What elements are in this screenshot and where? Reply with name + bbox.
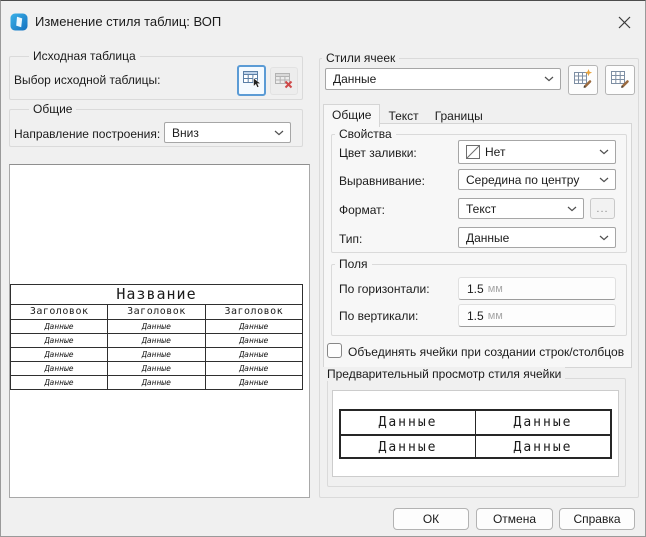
cell-style-select[interactable]: Данные [325, 68, 561, 90]
new-cell-style-button[interactable] [568, 65, 598, 95]
alignment-label: Выравнивание: [339, 174, 425, 188]
select-table-button[interactable] [237, 65, 266, 96]
fill-color-value: Нет [485, 145, 595, 159]
vertical-margin-unit: мм [488, 310, 503, 322]
format-value: Текст [466, 202, 563, 216]
horizontal-margin-unit: мм [488, 283, 503, 295]
alignment-select[interactable]: Середина по центру [458, 169, 616, 190]
tab-general[interactable]: Общие [323, 104, 380, 127]
preview-data-row: Данные Данные Данные [11, 320, 302, 334]
remove-table-button[interactable] [270, 67, 298, 95]
new-cell-style-icon [573, 68, 594, 92]
cell-style-tabs: Общие Текст Границы [323, 104, 491, 126]
table-select-icon [242, 69, 262, 92]
tab-borders[interactable]: Границы [427, 106, 491, 126]
tab-text[interactable]: Текст [380, 106, 426, 126]
type-value: Данные [466, 231, 595, 245]
table-style-preview: Название Заголовок Заголовок Заголовок Д… [10, 284, 303, 390]
cell-style-preview-table: Данные Данные Данные Данные [339, 409, 612, 459]
cell-preview-group-title: Предварительный просмотр стиля ячейки [323, 367, 565, 381]
close-icon[interactable] [611, 11, 637, 33]
preview-header-row: Заголовок Заголовок Заголовок [11, 305, 302, 320]
manage-cell-styles-button[interactable] [605, 65, 635, 95]
fill-none-swatch-icon [466, 145, 480, 159]
manage-cell-styles-icon [610, 68, 631, 92]
chevron-down-icon [567, 206, 577, 212]
preview-data-row: Данные Данные Данные [11, 348, 302, 362]
help-button[interactable]: Справка [559, 508, 635, 530]
type-label: Тип: [339, 232, 362, 246]
preview-data-row: Данные Данные Данные [11, 334, 302, 348]
chevron-down-icon [599, 149, 609, 155]
chevron-down-icon [274, 130, 284, 136]
fill-color-label: Цвет заливки: [339, 146, 417, 160]
direction-label: Направление построения: [14, 127, 160, 141]
cell-style-value: Данные [333, 72, 540, 86]
chevron-down-icon [599, 235, 609, 241]
horizontal-margin-input[interactable]: 1.5 мм [458, 277, 616, 300]
ok-button[interactable]: ОК [393, 508, 469, 530]
vertical-margin-label: По вертикали: [339, 309, 418, 323]
direction-value: Вниз [172, 126, 270, 140]
preview-data-row: Данные Данные Данные [11, 362, 302, 376]
app-icon [10, 13, 28, 34]
format-select[interactable]: Текст [458, 198, 584, 219]
direction-select[interactable]: Вниз [164, 122, 291, 143]
fill-color-select[interactable]: Нет [458, 140, 616, 164]
source-table-group-title: Исходная таблица [29, 49, 140, 63]
cell-styles-group-title: Стили ячеек [322, 51, 399, 65]
title-bar[interactable]: Изменение стиля таблиц: ВОП [1, 1, 645, 39]
select-source-table-label: Выбор исходной таблицы: [14, 73, 160, 87]
modify-table-style-dialog: Изменение стиля таблиц: ВОП Исходная таб… [0, 0, 646, 537]
format-label: Формат: [339, 203, 385, 217]
preview-data-row: Данные Данные Данные [11, 376, 302, 389]
type-select[interactable]: Данные [458, 227, 616, 248]
cancel-button[interactable]: Отмена [476, 508, 553, 530]
format-more-button[interactable]: ... [590, 198, 615, 219]
vertical-margin-input[interactable]: 1.5 мм [458, 304, 616, 327]
general-group-title: Общие [29, 102, 76, 116]
vertical-margin-value: 1.5 [467, 309, 484, 323]
margins-group-title: Поля [335, 257, 372, 271]
dialog-title: Изменение стиля таблиц: ВОП [35, 14, 221, 29]
preview-title-cell: Название [11, 285, 302, 305]
horizontal-margin-label: По горизонтали: [339, 282, 430, 296]
alignment-value: Середина по центру [466, 173, 595, 187]
merge-cells-label: Объединять ячейки при создании строк/сто… [348, 345, 624, 359]
cell-style-preview-area: Данные Данные Данные Данные [332, 390, 619, 477]
merge-cells-checkbox[interactable] [327, 343, 342, 358]
chevron-down-icon [599, 177, 609, 183]
table-delete-icon [274, 70, 294, 93]
horizontal-margin-value: 1.5 [467, 282, 484, 296]
properties-group-title: Свойства [335, 127, 396, 141]
chevron-down-icon [544, 76, 554, 82]
